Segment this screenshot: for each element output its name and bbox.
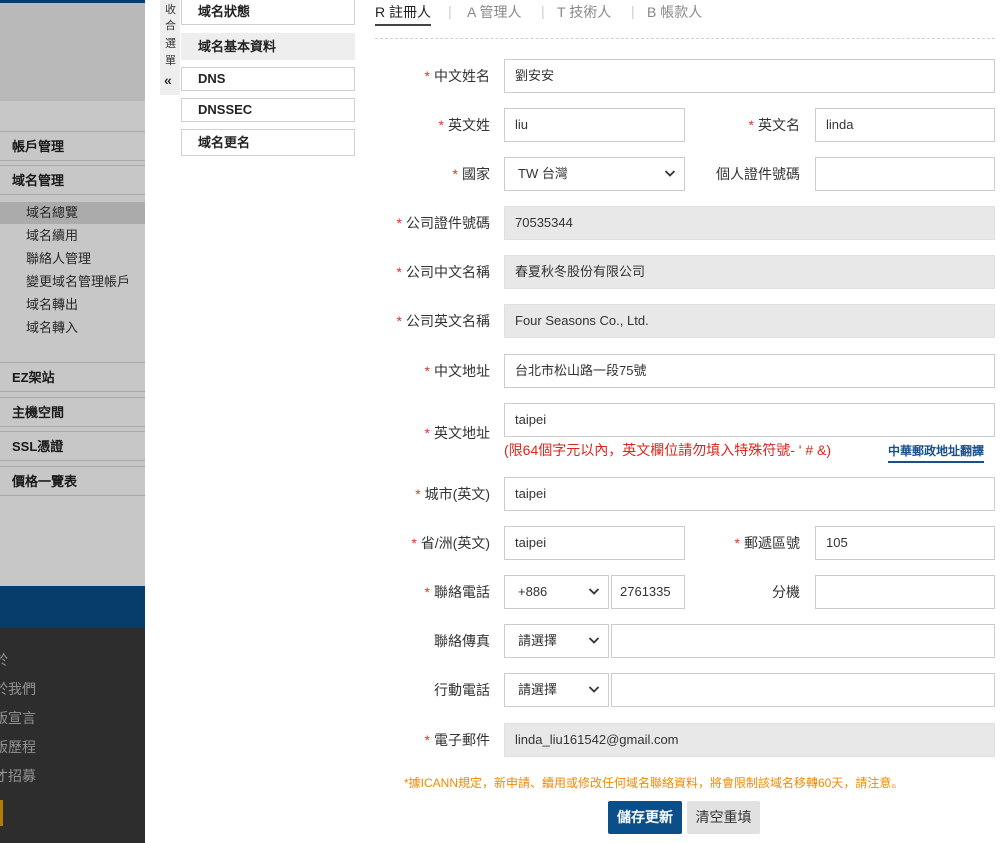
fax-country-code-select[interactable]: 請選擇: [504, 624, 609, 658]
address-en-note: (限64個字元以內，英文欄位請勿填入特殊符號- ' # &): [504, 442, 832, 458]
label-company-name-zh: * 公司中文名稱: [396, 264, 490, 280]
label-phone: * 聯絡電話: [424, 584, 490, 600]
collapse-label-char: 單: [165, 55, 176, 67]
tab-separator: |: [631, 3, 635, 19]
label-mobile: 行動電話: [434, 682, 490, 698]
label-address-en: * 英文地址: [424, 425, 490, 441]
label-personal-id: 個人證件號碼: [716, 166, 800, 182]
label-last-name-en: * 英文姓: [438, 117, 490, 133]
label-fax: 聯絡傳真: [434, 633, 490, 649]
double-chevron-left-icon[interactable]: «: [164, 72, 172, 88]
label-city-en: * 城市(英文): [415, 486, 490, 502]
save-update-button[interactable]: 儲存更新: [608, 801, 682, 834]
dim-overlay: [0, 0, 145, 843]
submenu-domain-rename[interactable]: 域名更名: [181, 129, 355, 156]
fax-country-code-value: 請選擇: [518, 633, 558, 648]
left-sidebar: 帳戶管理 域名管理 域名總覽 域名續用 聯絡人管理 變更域名管理帳戶 域名轉出 …: [0, 0, 145, 843]
collapse-menu-toggle[interactable]: 收 合 選 單 «: [160, 0, 180, 95]
submenu-dns[interactable]: DNS: [181, 67, 355, 91]
label-company-id: * 公司證件號碼: [396, 215, 490, 231]
collapse-label-char: 收: [165, 4, 176, 16]
label-first-name-en: * 英文名: [748, 117, 800, 133]
chevron-down-icon: [588, 674, 600, 718]
first-name-en-input[interactable]: linda: [815, 108, 995, 142]
clear-reset-button[interactable]: 清空重填: [687, 801, 760, 834]
collapse-label-char: 選: [165, 38, 176, 50]
chevron-down-icon: [588, 576, 600, 620]
label-country: * 國家: [452, 166, 490, 182]
tab-registrant[interactable]: R 註冊人: [375, 2, 431, 26]
tab-separator: |: [541, 3, 545, 19]
icann-notice: *據ICANN規定，新申請、續用或修改任何域名聯絡資料，將會限制該域名移轉60天…: [404, 776, 904, 790]
city-en-input[interactable]: taipei: [504, 477, 995, 511]
province-en-input[interactable]: taipei: [504, 526, 685, 560]
phone-country-code-value: +886: [518, 584, 548, 599]
chinese-name-input[interactable]: 劉安安: [504, 59, 995, 93]
submenu-domain-status[interactable]: 域名狀態: [181, 0, 355, 25]
extension-input[interactable]: [815, 575, 995, 609]
phone-number-input[interactable]: 2761335: [611, 575, 685, 609]
country-select[interactable]: TW 台灣: [504, 157, 685, 191]
post-address-translate-link[interactable]: 中華郵政地址翻譯: [888, 442, 985, 463]
tabs-divider: [375, 38, 995, 39]
label-chinese-name: * 中文姓名: [424, 68, 490, 84]
label-email: * 電子郵件: [424, 732, 490, 748]
company-name-en-field: Four Seasons Co., Ltd.: [504, 304, 995, 338]
label-company-name-en: * 公司英文名稱: [396, 313, 490, 329]
tab-separator: |: [448, 3, 452, 19]
country-select-value: TW 台灣: [518, 166, 568, 181]
personal-id-input[interactable]: [815, 157, 995, 191]
tab-admin[interactable]: A 管理人: [467, 2, 521, 22]
label-province-en: * 省/洲(英文): [411, 535, 490, 551]
tab-billing[interactable]: B 帳款人: [647, 2, 702, 22]
label-postal-code: * 郵遞區號: [734, 535, 800, 551]
collapse-label-char: 合: [165, 20, 176, 32]
fax-number-input[interactable]: [611, 624, 995, 658]
chevron-down-icon: [588, 625, 600, 669]
mobile-number-input[interactable]: [611, 673, 995, 707]
email-field: linda_liu161542@gmail.com: [504, 723, 995, 757]
tab-tech[interactable]: T 技術人: [557, 2, 611, 22]
address-zh-input[interactable]: 台北市松山路一段75號: [504, 354, 995, 388]
mobile-country-code-value: 請選擇: [518, 682, 558, 697]
submenu-domain-basic-info[interactable]: 域名基本資料: [181, 33, 355, 60]
label-address-zh: * 中文地址: [424, 363, 490, 379]
last-name-en-input[interactable]: liu: [504, 108, 685, 142]
chevron-down-icon: [664, 158, 676, 202]
submenu-dnssec[interactable]: DNSSEC: [181, 98, 355, 122]
company-id-field: 70535344: [504, 206, 995, 240]
address-en-input[interactable]: taipei: [504, 403, 995, 437]
phone-country-code-select[interactable]: +886: [504, 575, 609, 609]
label-extension: 分機: [772, 584, 800, 600]
company-name-zh-field: 春夏秋冬股份有限公司: [504, 255, 995, 289]
postal-code-input[interactable]: 105: [815, 526, 995, 560]
mobile-country-code-select[interactable]: 請選擇: [504, 673, 609, 707]
